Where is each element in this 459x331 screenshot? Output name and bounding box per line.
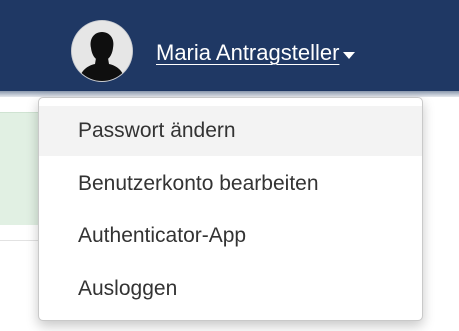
caret-down-icon[interactable]	[343, 51, 356, 59]
user-menu-toggle[interactable]: Maria Antragsteller	[156, 36, 356, 70]
menu-item-change-password[interactable]: Passwort ändern	[39, 106, 422, 156]
menu-item-edit-account[interactable]: Benutzerkonto bearbeiten	[39, 159, 422, 209]
menu-item-logout[interactable]: Ausloggen	[39, 264, 422, 314]
user-avatar[interactable]	[72, 21, 132, 81]
menu-item-authenticator-app[interactable]: Authenticator-App	[39, 211, 422, 261]
user-silhouette-icon	[72, 21, 132, 81]
top-navigation-bar: Maria Antragsteller	[0, 0, 459, 91]
user-name-link[interactable]: Maria Antragsteller	[156, 36, 339, 70]
content-divider	[0, 240, 40, 241]
user-dropdown-menu: Passwort ändern Benutzerkonto bearbeiten…	[38, 97, 423, 321]
user-menu-screen: Maria Antragsteller Passwort ändern Benu…	[0, 0, 459, 331]
